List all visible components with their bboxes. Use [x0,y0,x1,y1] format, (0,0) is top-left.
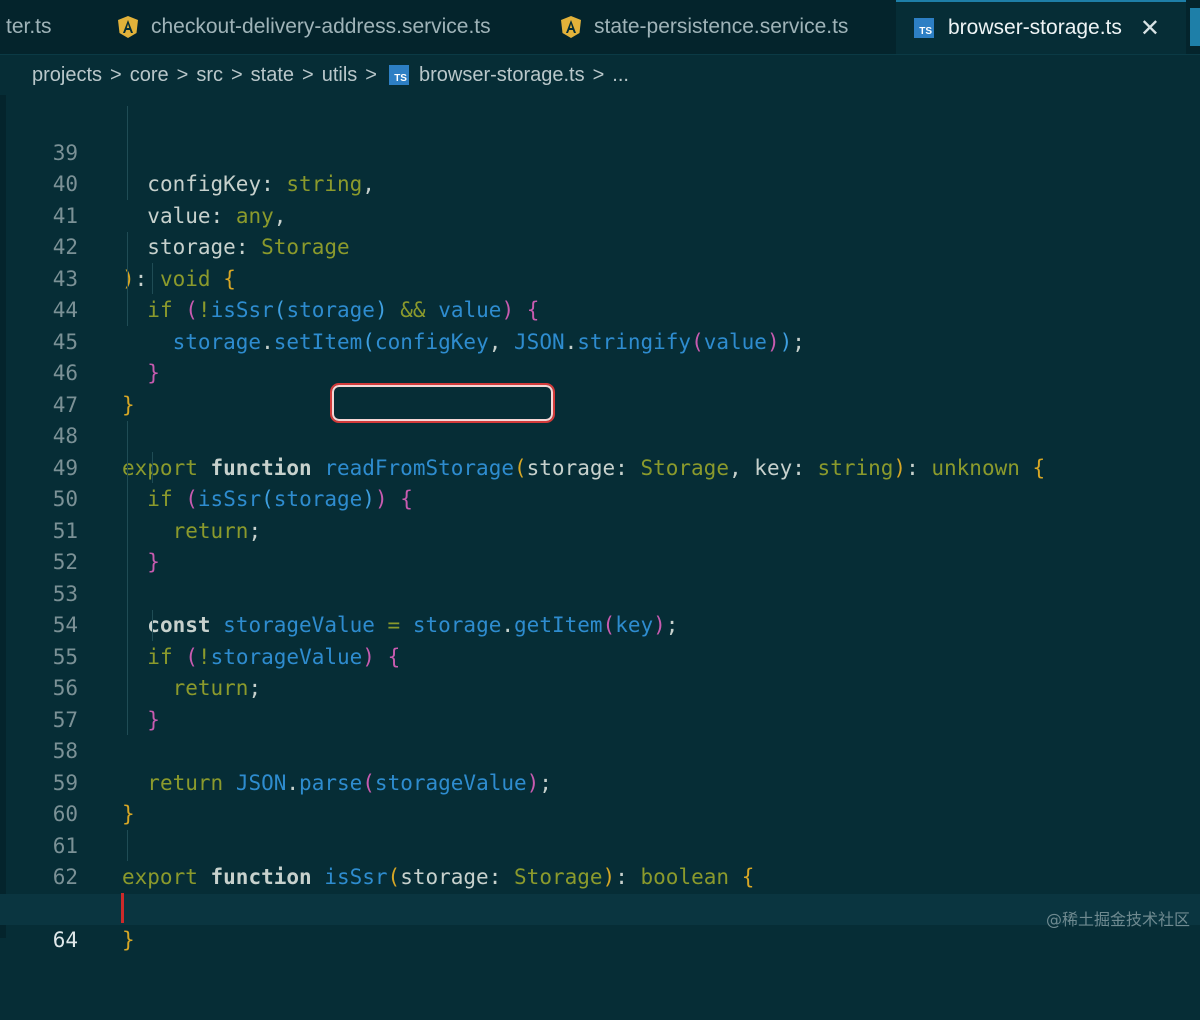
indent-guide [127,232,128,326]
typescript-file-icon: TS [914,18,934,38]
code-line-current: 64 [0,893,1200,952]
code-line: 58 return JSON.parse(storageValue); [0,705,1200,795]
tab-router-ts[interactable]: ter.ts [0,0,96,54]
tab-browser-storage[interactable]: TS browser-storage.ts ✕ [896,0,1186,54]
code-line: 39 configKey: string, [0,106,1200,197]
code-line: 41 storage: Storage [0,169,1200,260]
code-line: 61 export function isSsr(storage: Storag… [0,799,1200,890]
overflow-tab-edge [1190,8,1200,46]
code-line: 42 ): void { [0,201,1200,291]
code-line: 43 if (!isSsr(storage) && value) { [0,232,1200,323]
chevron-right-icon: > [302,63,314,86]
indent-guide [152,452,153,483]
code-text: } [122,928,135,952]
indent-guide [152,610,153,641]
tab-label: checkout-delivery-address.service.ts [151,15,491,38]
indent-guide [127,830,128,861]
breadcrumb-item[interactable]: utils [322,64,358,87]
code-line: 48 export function readFromStorage(stora… [0,390,1200,480]
breadcrumb-item[interactable]: state [251,64,294,87]
code-line: 47 [0,358,1200,417]
indent-guide [152,263,153,294]
code-line: 51 } [0,484,1200,575]
code-line: 60 [0,768,1200,826]
angular-icon [561,16,581,38]
indent-guide [127,421,128,735]
tab-label: state-persistence.service.ts [594,15,849,38]
code-line: 52 [0,516,1200,574]
code-line: 53 const storageValue = storage.getItem(… [0,547,1200,638]
tab-checkout-delivery-address[interactable]: checkout-delivery-address.service.ts [117,0,537,54]
indent-guide [127,106,128,200]
chevron-right-icon: > [110,63,122,86]
code-line: 56 } [0,642,1200,732]
line-number: 64 [52,928,78,952]
code-line: 55 return; [0,610,1200,701]
code-line: 40 value: any, [0,138,1200,228]
code-line: 57 [0,673,1200,732]
code-editor[interactable]: 38 export function persistToStorage( 39 … [0,95,1200,953]
tab-state-persistence[interactable]: state-persistence.service.ts [560,0,880,54]
code-line: 44 storage.setItem(configKey, JSON.strin… [0,264,1200,354]
code-line: 50 return; [0,453,1200,543]
breadcrumb: projects > core > src > state > utils > … [0,55,1200,95]
watermark: @稀土掘金技术社区 [1045,910,1190,929]
chevron-right-icon: > [365,63,377,86]
code-line: 46 } [0,327,1200,417]
code-line: 54 if (!storageValue) { [0,579,1200,669]
breadcrumb-ellipsis[interactable]: ... [612,64,629,87]
code-line: 49 if (isSsr(storage)) { [0,421,1200,512]
breadcrumb-file[interactable]: browser-storage.ts [419,64,585,87]
typescript-file-icon: TS [388,65,409,85]
code-line: 62 return !Boolean(storage); [0,831,1200,921]
breadcrumb-item[interactable]: core [130,64,169,87]
breadcrumb-item[interactable]: projects [32,64,102,87]
editor-tab-bar: ter.ts checkout-delivery-address.service… [0,0,1200,55]
breadcrumb-item[interactable]: src [196,64,223,87]
chevron-right-icon: > [230,63,243,86]
angular-icon [118,16,138,38]
code-line: 63 } [0,862,1200,953]
close-icon[interactable]: ✕ [1140,14,1160,43]
tab-label: ter.ts [6,15,52,38]
chevron-right-icon: > [176,63,189,86]
text-cursor [121,893,124,923]
chevron-right-icon: > [592,63,605,86]
tab-label: browser-storage.ts [948,16,1122,39]
code-line: 45 } [0,295,1200,386]
code-line: 59 } [0,736,1200,827]
